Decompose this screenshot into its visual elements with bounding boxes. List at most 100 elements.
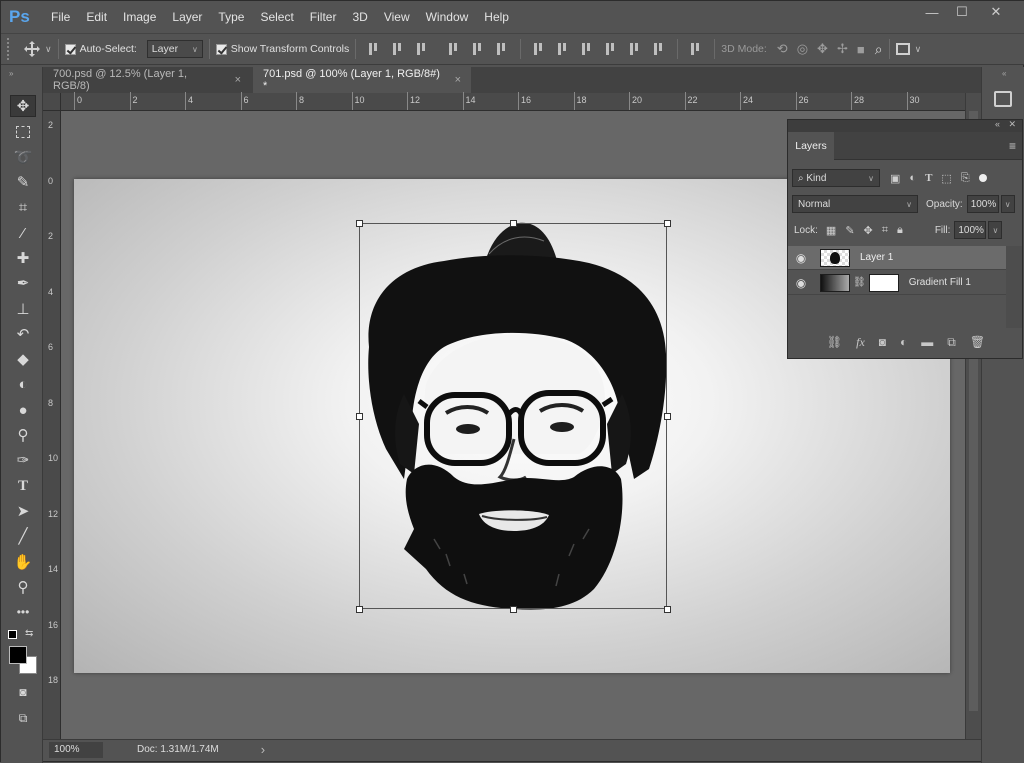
clone-stamp-tool-icon[interactable]: ⊥ <box>10 298 36 320</box>
options-grip[interactable] <box>7 38 17 60</box>
auto-align-icon[interactable] <box>689 42 703 56</box>
3d-rotate-icon[interactable]: ⟲ <box>777 41 788 57</box>
distribute-vcenter-icon[interactable] <box>556 42 570 56</box>
align-bottom-icon[interactable] <box>415 42 429 56</box>
transform-handle-top[interactable] <box>510 220 517 227</box>
align-right-icon[interactable] <box>495 42 509 56</box>
menu-help[interactable]: Help <box>476 1 517 33</box>
lasso-tool-icon[interactable]: ➰ <box>10 146 36 168</box>
adjustment-layer-icon[interactable]: ◐ <box>900 335 907 349</box>
add-mask-icon[interactable]: ◙ <box>879 335 886 349</box>
menu-type[interactable]: Type <box>210 1 252 33</box>
minimize-button[interactable]: — <box>917 1 947 23</box>
panel-menu-icon[interactable]: ≡ <box>1009 139 1016 153</box>
filter-adjustment-icon[interactable]: ◐ <box>909 172 916 184</box>
align-hcenter-icon[interactable] <box>471 42 485 56</box>
lock-all-icon[interactable]: 🔒︎ <box>897 224 903 237</box>
fill-slider-toggle[interactable]: ∨ <box>988 221 1003 239</box>
pen-tool-icon[interactable]: ✑ <box>10 449 36 471</box>
collapse-panel-icon[interactable]: » <box>9 69 13 78</box>
3d-drag-icon[interactable]: ✥ <box>817 41 828 57</box>
zoom-tool-icon[interactable]: ⚲ <box>10 576 36 598</box>
transform-handle-bottom-left[interactable] <box>356 606 363 613</box>
menu-image[interactable]: Image <box>115 1 164 33</box>
healing-brush-tool-icon[interactable]: ✚ <box>10 247 36 269</box>
eraser-tool-icon[interactable]: ◆ <box>10 348 36 370</box>
layer-mask-thumbnail[interactable] <box>868 273 899 292</box>
workspace-switcher[interactable]: ∨ <box>895 43 921 55</box>
opacity-slider-toggle[interactable]: ∨ <box>1000 195 1015 213</box>
close-tab-icon[interactable]: × <box>235 74 241 86</box>
distribute-top-icon[interactable] <box>532 42 546 56</box>
layers-scrollbar[interactable] <box>1006 246 1022 328</box>
ruler-origin[interactable] <box>43 93 61 111</box>
menu-file[interactable]: File <box>43 1 78 33</box>
transform-handle-top-left[interactable] <box>356 220 363 227</box>
hand-tool-icon[interactable]: ✋ <box>10 551 36 573</box>
blur-tool-icon[interactable]: ● <box>10 399 36 421</box>
distribute-right-icon[interactable] <box>652 42 666 56</box>
crop-tool-icon[interactable]: ⌗ <box>10 196 36 218</box>
vertical-ruler[interactable]: 2 0 2 4 6 8 10 12 14 16 18 <box>43 111 61 739</box>
filter-smart-object-icon[interactable]: ⎘ <box>961 172 970 185</box>
horizontal-ruler[interactable]: 0 2 4 6 8 10 12 14 16 18 20 22 24 26 28 30 <box>61 92 965 111</box>
trash-icon[interactable]: 🗑︎ <box>970 335 985 349</box>
filter-toggle-icon[interactable] <box>978 174 987 182</box>
new-group-icon[interactable]: ▬ <box>921 335 933 349</box>
paint-bucket-tool-icon[interactable]: ◐ <box>10 373 36 395</box>
marquee-tool-icon[interactable] <box>10 121 36 143</box>
link-layers-icon[interactable]: ⛓ <box>827 335 842 349</box>
distribute-hcenter-icon[interactable] <box>628 42 642 56</box>
transform-bounding-box[interactable] <box>359 223 667 609</box>
transform-handle-bottom-right[interactable] <box>664 606 671 613</box>
close-button[interactable]: ✕ <box>981 1 1011 23</box>
collapse-panel-icon[interactable]: « <box>1002 69 1006 78</box>
distribute-bottom-icon[interactable] <box>580 42 594 56</box>
menu-edit[interactable]: Edit <box>78 1 115 33</box>
tab-700-psd[interactable]: 700.psd @ 12.5% (Layer 1, RGB/8) × <box>43 67 251 93</box>
align-top-icon[interactable] <box>367 42 381 56</box>
lock-transparent-icon[interactable]: ▦ <box>826 224 836 237</box>
screen-mode-icon[interactable]: ⧉ <box>10 707 36 729</box>
magic-wand-tool-icon[interactable]: ✎ <box>10 171 36 193</box>
brush-tool-icon[interactable]: ✒ <box>10 272 36 294</box>
menu-layer[interactable]: Layer <box>164 1 210 33</box>
3d-roll-icon[interactable]: ◎ <box>797 41 808 57</box>
type-tool-icon[interactable]: T <box>10 475 36 497</box>
auto-select-dropdown[interactable]: Layer ∨ <box>146 40 203 58</box>
menu-select[interactable]: Select <box>252 1 301 33</box>
search-icon[interactable]: ⌕ <box>875 41 883 58</box>
tab-701-psd[interactable]: 701.psd @ 100% (Layer 1, RGB/8#) * × <box>253 67 471 93</box>
distribute-left-icon[interactable] <box>604 42 618 56</box>
filter-shape-icon[interactable]: ⬚ <box>941 172 951 185</box>
foreground-color-swatch[interactable] <box>9 646 27 664</box>
eye-icon[interactable]: ◉ <box>788 251 814 265</box>
layer-row-gradient-fill-1[interactable]: ◉ ⛓ Gradient Fill 1 <box>788 271 1006 295</box>
tab-layers[interactable]: Layers <box>788 132 834 160</box>
filter-type-icon[interactable]: T <box>925 172 932 184</box>
history-brush-tool-icon[interactable]: ↶ <box>10 323 36 345</box>
menu-3d[interactable]: 3D <box>344 1 375 33</box>
3d-slide-icon[interactable]: ✢ <box>837 41 848 57</box>
link-icon[interactable]: ⛓ <box>853 277 866 288</box>
move-tool-preset[interactable]: ∨ <box>23 40 52 58</box>
lock-position-icon[interactable]: ✥ <box>864 224 873 237</box>
quick-mask-icon[interactable]: ◙ <box>10 681 36 703</box>
lock-artboard-icon[interactable]: ⌗ <box>882 224 888 237</box>
close-panel-icon[interactable]: ✕ <box>1008 119 1016 130</box>
collapse-panel-icon[interactable]: « <box>995 119 1000 129</box>
align-left-icon[interactable] <box>447 42 461 56</box>
eyedropper-tool-icon[interactable]: ⁄ <box>10 222 36 244</box>
menu-window[interactable]: Window <box>418 1 477 33</box>
zoom-level-field[interactable]: 100% <box>49 741 103 758</box>
layers-panel-header[interactable]: « ✕ <box>788 119 1022 132</box>
transform-handle-left[interactable] <box>356 413 363 420</box>
move-tool-icon[interactable]: ✥ <box>10 95 36 117</box>
properties-panel-icon[interactable] <box>994 91 1012 107</box>
fx-icon[interactable]: fx <box>856 335 865 350</box>
show-transform-checkbox[interactable]: Show Transform Controls <box>215 43 349 55</box>
default-colors-icon[interactable] <box>8 630 17 639</box>
transform-handle-bottom[interactable] <box>510 606 517 613</box>
menu-view[interactable]: View <box>376 1 418 33</box>
lock-image-icon[interactable]: ✎ <box>845 224 854 237</box>
